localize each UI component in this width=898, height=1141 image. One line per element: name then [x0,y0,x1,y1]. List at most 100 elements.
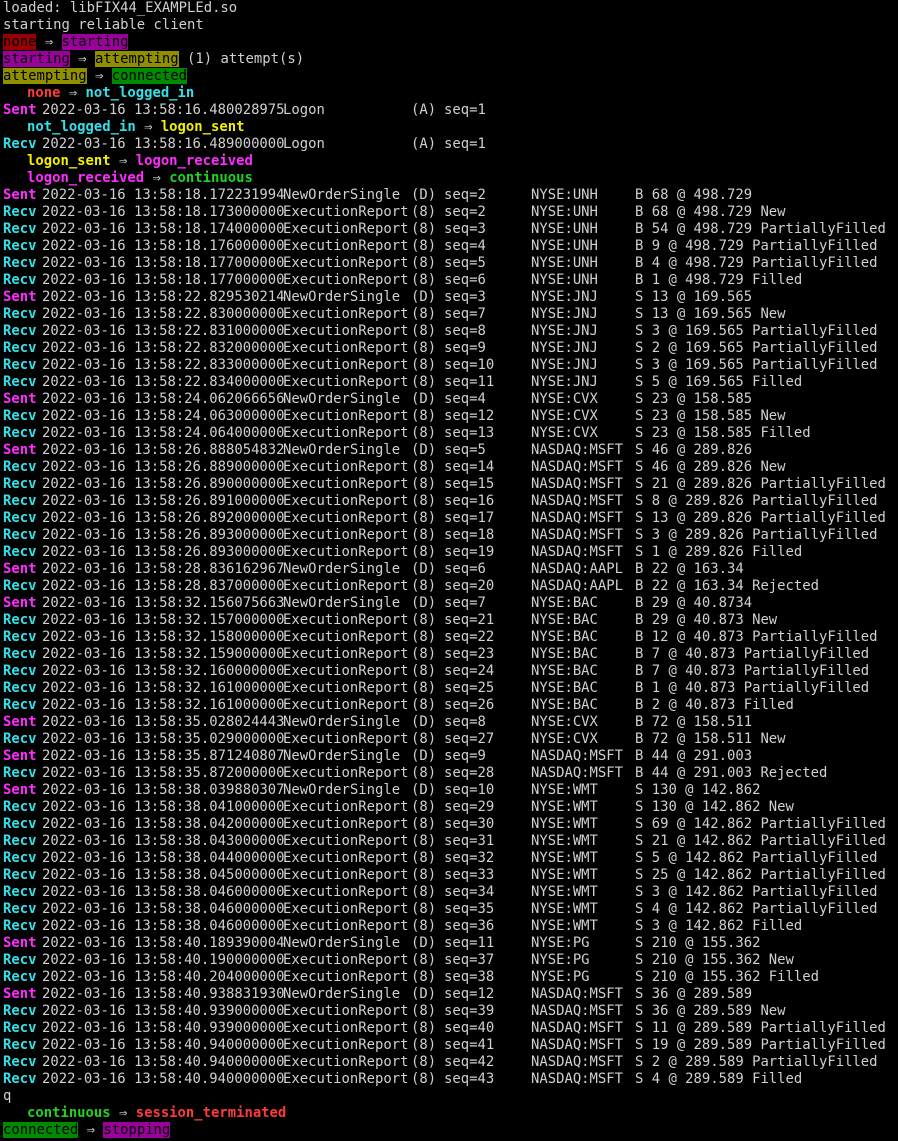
arrow-glyph: ⇒ [110,1105,136,1121]
message-type: ExecutionReport [283,527,409,543]
message-seq: seq=21 [444,612,495,628]
message-code: (D) [411,289,437,305]
message-order: S 13 @ 169.565 [635,289,753,305]
message-order: B 7 @ 40.873 PartiallyFilled [635,663,870,679]
message-seq: seq=24 [444,663,495,679]
message-row: Recv 2022-03-16 13:58:38.044000000 Executi… [3,850,898,867]
message-direction: Sent [3,714,37,730]
message-code: (8) [411,731,437,747]
terminal-window[interactable]: loaded: libFIX44_EXAMPLEd.so starting re… [3,0,898,1141]
session-state-continuous: continuous [169,170,253,186]
message-order: S 23 @ 158.585 Filled [635,425,811,441]
message-code: (D) [411,935,437,951]
message-type: ExecutionReport [283,901,409,917]
message-code: (8) [411,663,437,679]
message-order: B 22 @ 163.34 [635,561,744,577]
session-transition: logon_received ⇒ continuous [3,170,898,187]
message-row: Recv 2022-03-16 13:58:40.939000000 Executi… [3,1020,898,1037]
message-row: Recv 2022-03-16 13:58:26.890000000 Executi… [3,476,898,493]
message-timestamp: 2022-03-16 13:58:38.046000000 [42,901,285,917]
message-direction: Recv [3,969,37,985]
message-symbol: NYSE:CVX [531,391,598,407]
message-type: NewOrderSingle [283,187,401,203]
message-code: (8) [411,918,437,934]
message-type: ExecutionReport [283,816,409,832]
message-type: ExecutionReport [283,646,409,662]
message-direction: Recv [3,1071,37,1087]
message-seq: seq=2 [444,204,486,220]
message-timestamp: 2022-03-16 13:58:32.160000000 [42,663,285,679]
message-seq: seq=8 [444,714,486,730]
message-symbol: NYSE:JNJ [531,340,598,356]
message-row: Recv 2022-03-16 13:58:38.046000000 Executi… [3,884,898,901]
message-type: ExecutionReport [283,1020,409,1036]
message-row: Recv 2022-03-16 13:58:16.489000000 Logon (A… [3,136,898,153]
message-timestamp: 2022-03-16 13:58:24.064000000 [42,425,285,441]
message-code: (8) [411,425,437,441]
message-symbol: NASDAQ:MSFT [531,765,623,781]
message-direction: Recv [3,221,37,237]
message-order: S 3 @ 169.565 PartiallyFilled [635,323,878,339]
message-order: B 1 @ 498.729 Filled [635,272,803,288]
message-row: Recv 2022-03-16 13:58:26.892000000 Executi… [3,510,898,527]
message-code: (A) [411,102,437,118]
message-direction: Recv [3,799,37,815]
message-symbol: NYSE:BAC [531,663,598,679]
message-code: (D) [411,782,437,798]
arrow-glyph: ⇒ [60,85,86,101]
message-timestamp: 2022-03-16 13:58:35.028024443 [42,714,285,730]
message-type: NewOrderSingle [283,442,401,458]
message-row: Recv 2022-03-16 13:58:18.176000000 Executi… [3,238,898,255]
message-order: S 23 @ 158.585 New [635,408,786,424]
message-timestamp: 2022-03-16 13:58:26.893000000 [42,527,285,543]
message-code: (8) [411,306,437,322]
message-timestamp: 2022-03-16 13:58:40.939000000 [42,1003,285,1019]
arrow-glyph: ⇒ [69,51,95,67]
message-direction: Recv [3,850,37,866]
message-row: Sent 2022-03-16 13:58:18.172231994 NewOrde… [3,187,898,204]
message-timestamp: 2022-03-16 13:58:40.939000000 [42,1020,285,1036]
message-type: ExecutionReport [283,612,409,628]
message-symbol: NYSE:JNJ [531,306,598,322]
message-type: ExecutionReport [283,867,409,883]
message-timestamp: 2022-03-16 13:58:40.938831930 [42,986,285,1002]
message-direction: Recv [3,663,37,679]
message-type: ExecutionReport [283,204,409,220]
message-symbol: NYSE:PG [531,952,590,968]
message-order: S 8 @ 289.826 PartiallyFilled [635,493,878,509]
message-row: Recv 2022-03-16 13:58:32.161000000 Executi… [3,697,898,714]
message-timestamp: 2022-03-16 13:58:28.836162967 [42,561,285,577]
message-row: Recv 2022-03-16 13:58:38.041000000 Executi… [3,799,898,816]
message-type: NewOrderSingle [283,561,401,577]
message-seq: seq=33 [444,867,495,883]
message-timestamp: 2022-03-16 13:58:38.042000000 [42,816,285,832]
message-direction: Sent [3,595,37,611]
arrow-glyph: ⇒ [110,153,136,169]
message-timestamp: 2022-03-16 13:58:38.045000000 [42,867,285,883]
message-type: ExecutionReport [283,765,409,781]
message-type: NewOrderSingle [283,595,401,611]
message-direction: Recv [3,901,37,917]
message-order: S 210 @ 155.362 [635,935,761,951]
message-code: (D) [411,442,437,458]
message-symbol: NYSE:UNH [531,204,598,220]
message-seq: seq=4 [444,391,486,407]
message-seq: seq=32 [444,850,495,866]
message-seq: seq=34 [444,884,495,900]
message-row: Recv 2022-03-16 13:58:38.045000000 Executi… [3,867,898,884]
message-seq: seq=16 [444,493,495,509]
message-code: (8) [411,493,437,509]
session-state-logon-received: logon_received [27,170,145,186]
message-timestamp: 2022-03-16 13:58:22.834000000 [42,374,285,390]
message-seq: seq=9 [444,340,486,356]
message-code: (8) [411,901,437,917]
message-seq: seq=41 [444,1037,495,1053]
message-type: ExecutionReport [283,1071,409,1087]
message-seq: seq=7 [444,595,486,611]
message-code: (8) [411,952,437,968]
message-type: ExecutionReport [283,408,409,424]
message-order: B 9 @ 498.729 PartiallyFilled [635,238,878,254]
message-order: S 4 @ 142.862 PartiallyFilled [635,901,878,917]
loaded-text: loaded: libFIX44_EXAMPLEd.so [3,0,238,16]
message-symbol: NYSE:WMT [531,799,598,815]
